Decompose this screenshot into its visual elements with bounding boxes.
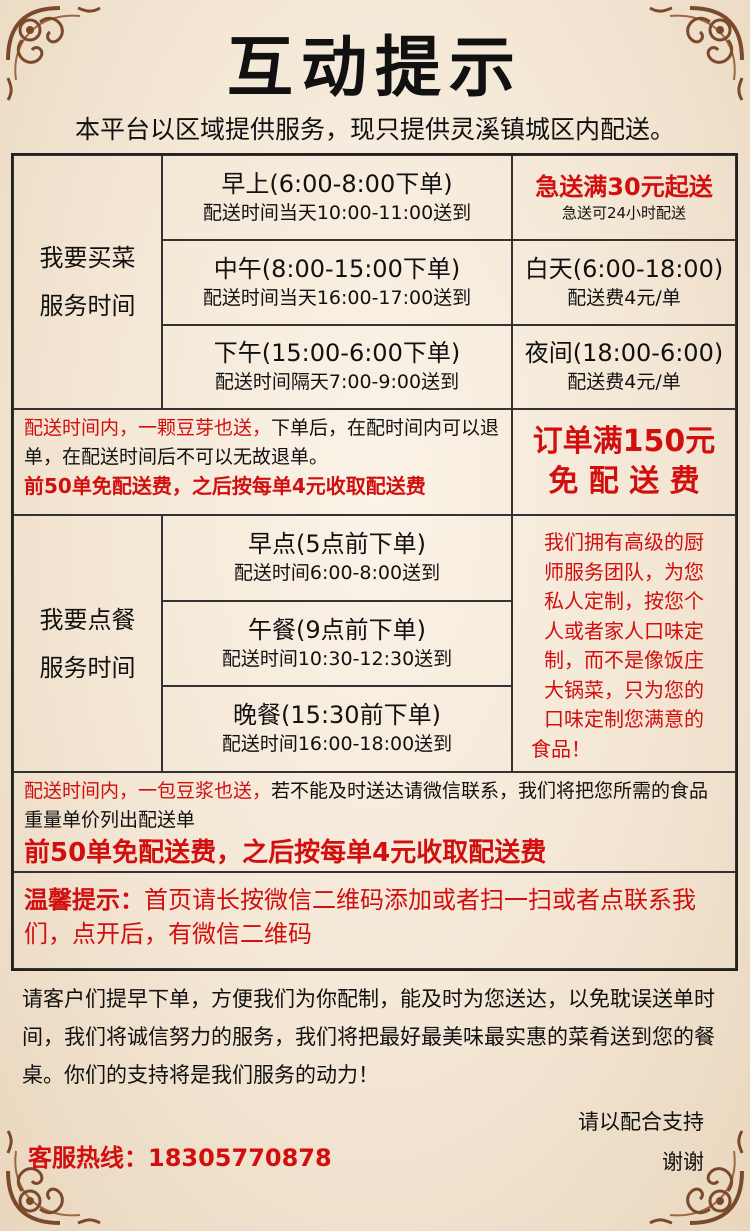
chef-team-cell: 我们拥有高级的厨 师服务团队，为您 私人定制，按您个 人或者家人口味定 制，而不… xyxy=(512,515,736,772)
sign-line-2: 谢谢 xyxy=(662,1150,704,1174)
slot-title: 早点(5点前下单) xyxy=(248,530,426,558)
slot-detail: 配送时间当天16:00-17:00送到 xyxy=(202,286,472,309)
notice-bold-line: 前50单免配送费，之后按每单4元收取配送费 xyxy=(24,474,426,498)
slot-title: 午餐(9点前下单) xyxy=(248,615,426,644)
grocery-slot-afternoon: 下午(15:00-6:00下单) 配送时间隔天7:00-9:00送到 xyxy=(162,325,512,409)
day-fee: 配送费4元/单 xyxy=(567,286,681,309)
closing-paragraph: 请客户们提早下单，方便我们为你配制，能及时为您送达，以免耽误送单时间，我们将诚信… xyxy=(22,987,715,1087)
express-delivery-cell: 急送满30元起送 急送可24小时配送 xyxy=(512,155,736,240)
page-subtitle: 本平台以区域提供服务，现只提供灵溪镇城区内配送。 xyxy=(74,115,675,144)
page-title: 互动提示 xyxy=(227,29,523,106)
grocery-label-line1: 我要买菜 xyxy=(39,244,136,272)
meal-notice: 配送时间内，一包豆浆也送，若不能及时送达请微信联系，我们将把您所需的食品重量单价… xyxy=(13,772,736,872)
chef-line: 师服务团队，为您 xyxy=(544,559,704,584)
night-fee-cell: 夜间(18:00-6:00) 配送费4元/单 xyxy=(512,325,736,409)
slot-detail: 配送时间10:30-12:30送到 xyxy=(221,647,453,670)
warm-tip: 温馨提示：首页请长按微信二维码添加或者扫一扫或者点联系我们，点开后，有微信二维码 xyxy=(13,872,736,969)
grocery-notice: 配送时间内，一颗豆芽也送，下单后，在配时间内可以退单，在配送时间后不可以无故退单… xyxy=(13,409,512,515)
grocery-label-cell: 我要买菜 服务时间 xyxy=(13,155,162,409)
night-title: 夜间(18:00-6:00) xyxy=(524,339,724,367)
chef-line: 口味定制您满意的 xyxy=(544,707,704,731)
night-fee: 配送费4元/单 xyxy=(567,371,681,393)
chef-line: 我们拥有高级的厨 xyxy=(544,530,704,554)
express-note: 急送可24小时配送 xyxy=(561,203,687,222)
express-title: 急送满30元起送 xyxy=(535,172,713,201)
day-title: 白天(6:00-18:00) xyxy=(524,254,724,283)
daytime-fee-cell: 白天(6:00-18:00) 配送费4元/单 xyxy=(512,240,736,325)
customer-hotline[interactable]: 客服热线：18305770878 xyxy=(28,1138,332,1173)
slot-title: 中午(8:00-15:00下单) xyxy=(213,254,461,283)
info-table: 我要买菜 服务时间 早上(6:00-8:00下单) 配送时间当天10:00-11… xyxy=(11,153,738,971)
slot-title: 早上(6:00-8:00下单) xyxy=(221,169,453,198)
chef-line: 大锅菜，只为您的 xyxy=(544,677,704,702)
free-shipping-line1: 订单满150元 xyxy=(532,424,716,459)
chef-line: 私人定制，按您个 xyxy=(544,589,704,613)
slot-detail: 配送时间16:00-18:00送到 xyxy=(221,733,453,755)
chef-line: 人或者家人口味定 xyxy=(544,618,704,643)
meal-slot-lunch: 午餐(9点前下单) 配送时间10:30-12:30送到 xyxy=(162,601,512,686)
slot-detail: 配送时间隔天7:00-9:00送到 xyxy=(214,371,460,393)
meal-label-cell: 我要点餐 服务时间 xyxy=(13,515,162,772)
notice-bold-line: 前50单免配送费，之后按每单4元收取配送费 xyxy=(24,838,547,868)
meal-slot-breakfast: 早点(5点前下单) 配送时间6:00-8:00送到 xyxy=(162,515,512,601)
slot-title: 下午(15:00-6:00下单) xyxy=(213,339,461,367)
chef-line: 制，而不是像饭庄 xyxy=(544,648,704,672)
meal-slot-dinner: 晚餐(15:30前下单) 配送时间16:00-18:00送到 xyxy=(162,686,512,772)
tip-label: 温馨提示： xyxy=(24,886,144,914)
meal-label-line1: 我要点餐 xyxy=(39,605,136,634)
slot-detail: 配送时间当天10:00-11:00送到 xyxy=(202,201,472,224)
slot-title: 晚餐(15:30前下单) xyxy=(233,701,441,729)
notice-red-text: 配送时间内，一颗豆芽也送， xyxy=(24,417,272,439)
sign-line-1: 请以配合支持 xyxy=(578,1110,704,1134)
meal-label-line2: 服务时间 xyxy=(39,653,136,682)
notice-red-text: 配送时间内，一包豆浆也送， xyxy=(24,780,272,802)
slot-detail: 配送时间6:00-8:00送到 xyxy=(233,562,441,584)
grocery-slot-morning: 早上(6:00-8:00下单) 配送时间当天10:00-11:00送到 xyxy=(162,155,512,240)
free-shipping-line2: 免 配 送 费 xyxy=(548,464,700,499)
free-shipping-cell: 订单满150元 免 配 送 费 xyxy=(512,409,736,515)
grocery-label-line2: 服务时间 xyxy=(39,292,136,320)
grocery-slot-noon: 中午(8:00-15:00下单) 配送时间当天16:00-17:00送到 xyxy=(162,240,512,325)
chef-line: 食品！ xyxy=(531,736,591,761)
